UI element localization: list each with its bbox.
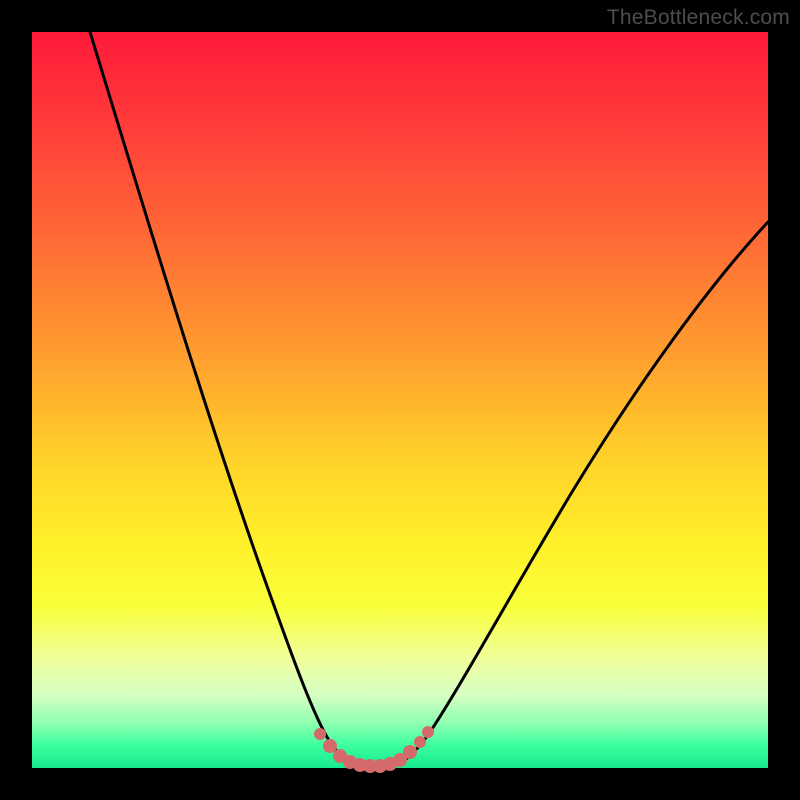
plot-area <box>32 32 768 768</box>
chart-frame: TheBottleneck.com <box>0 0 800 800</box>
bottleneck-curve <box>90 32 768 768</box>
optimal-zone-markers <box>314 726 434 773</box>
curve-layer <box>32 32 768 768</box>
watermark-label: TheBottleneck.com <box>607 6 790 30</box>
